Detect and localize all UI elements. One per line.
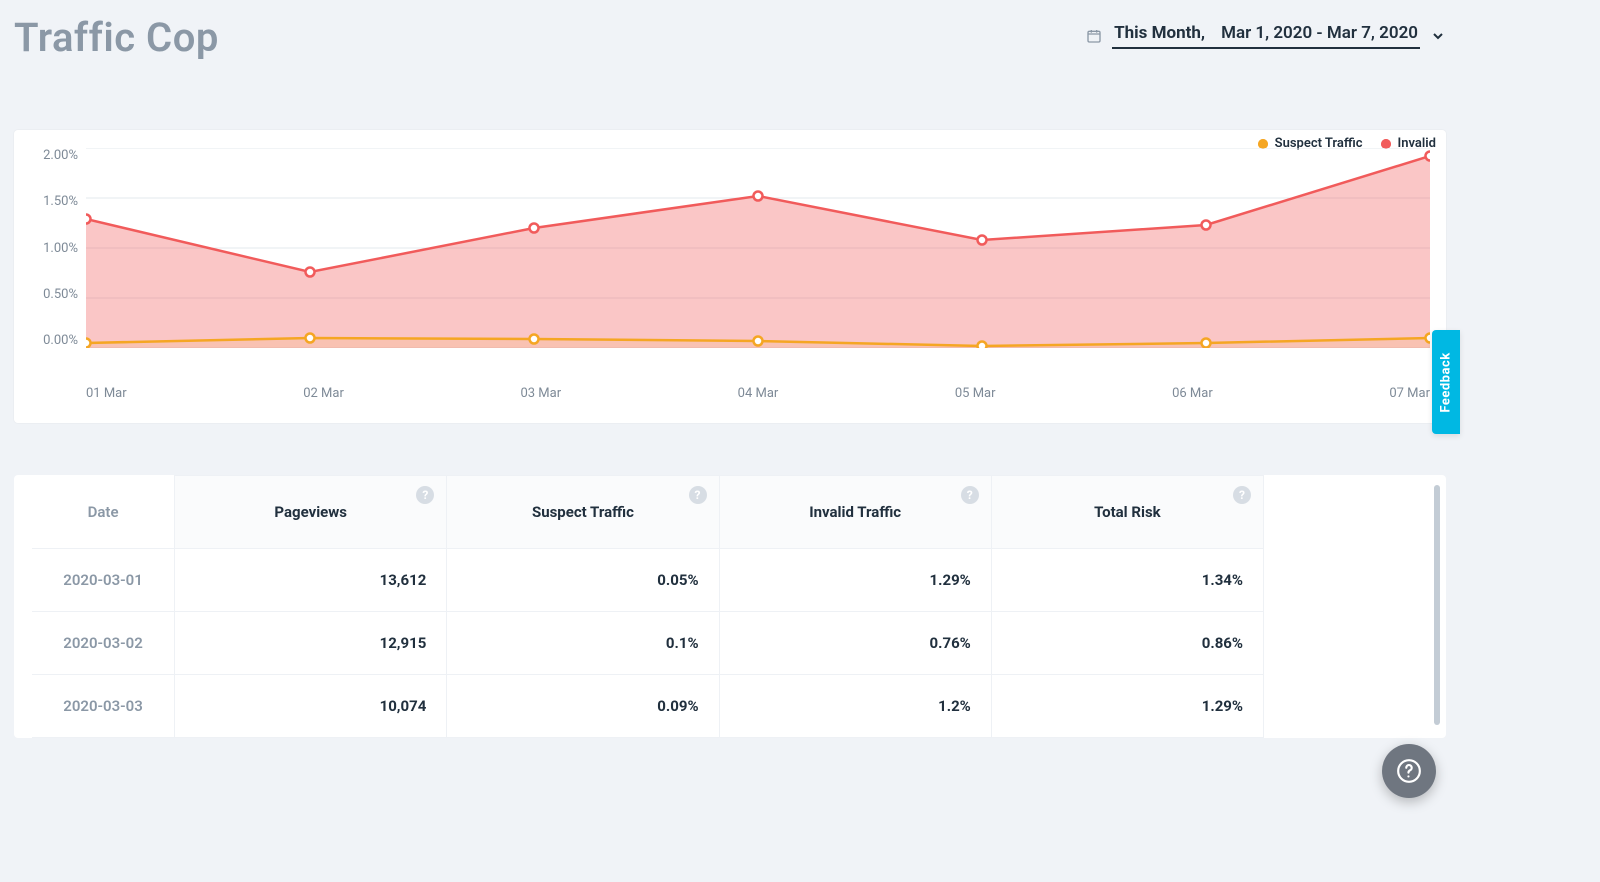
chevron-down-icon <box>1430 28 1446 44</box>
x-tick: 04 Mar <box>738 386 779 401</box>
col-header-total[interactable]: Total Risk? <box>991 476 1263 549</box>
x-tick: 03 Mar <box>520 386 561 401</box>
page-title: Traffic Cop <box>14 14 219 61</box>
y-tick: 0.00% <box>43 333 78 348</box>
x-tick: 02 Mar <box>303 386 344 401</box>
cell-date: 2020-03-01 <box>32 549 175 612</box>
question-icon <box>1396 758 1422 784</box>
col-header-pageviews[interactable]: Pageviews? <box>175 476 447 549</box>
cell-suspect: 0.1% <box>447 612 719 675</box>
cell-pageviews: 13,612 <box>175 549 447 612</box>
traffic-table: Date Pageviews? Suspect Traffic? Invalid… <box>32 475 1264 738</box>
chart-plot-area[interactable] <box>86 148 1430 348</box>
chart-y-axis: 2.00% 1.50% 1.00% 0.50% 0.00% <box>30 148 86 348</box>
cell-pageviews: 12,915 <box>175 612 447 675</box>
table-row[interactable]: 2020-03-0113,6120.05%1.29%1.34% <box>32 549 1264 612</box>
x-tick: 05 Mar <box>955 386 996 401</box>
help-fab-button[interactable] <box>1382 744 1436 798</box>
traffic-chart-panel: Suspect Traffic Invalid 2.00% 1.50% 1.00… <box>14 130 1446 423</box>
legend-dot-suspect-icon <box>1258 139 1268 149</box>
y-tick: 2.00% <box>43 148 78 163</box>
x-tick: 01 Mar <box>86 386 127 401</box>
cell-suspect: 0.09% <box>447 675 719 738</box>
feedback-label: Feedback <box>1439 352 1454 412</box>
date-period-label: This Month, <box>1114 23 1205 43</box>
cell-pageviews: 10,074 <box>175 675 447 738</box>
y-tick: 0.50% <box>43 287 78 302</box>
cell-total: 1.29% <box>991 675 1263 738</box>
chart-x-axis: 01 Mar 02 Mar 03 Mar 04 Mar 05 Mar 06 Ma… <box>86 386 1430 401</box>
col-header-suspect[interactable]: Suspect Traffic? <box>447 476 719 549</box>
cell-invalid: 1.29% <box>719 549 991 612</box>
cell-total: 1.34% <box>991 549 1263 612</box>
calendar-icon <box>1086 28 1102 44</box>
table-row[interactable]: 2020-03-0310,0740.09%1.2%1.29% <box>32 675 1264 738</box>
cell-invalid: 0.76% <box>719 612 991 675</box>
help-icon[interactable]: ? <box>416 486 434 504</box>
cell-suspect: 0.05% <box>447 549 719 612</box>
help-icon[interactable]: ? <box>961 486 979 504</box>
help-icon[interactable]: ? <box>1233 486 1251 504</box>
feedback-button[interactable]: Feedback <box>1432 330 1460 434</box>
y-tick: 1.00% <box>43 241 78 256</box>
col-header-date[interactable]: Date <box>32 476 175 549</box>
col-header-invalid[interactable]: Invalid Traffic? <box>719 476 991 549</box>
x-tick: 07 Mar <box>1389 386 1430 401</box>
table-row[interactable]: 2020-03-0212,9150.1%0.76%0.86% <box>32 612 1264 675</box>
date-range-label: Mar 1, 2020 - Mar 7, 2020 <box>1221 23 1418 43</box>
help-icon[interactable]: ? <box>689 486 707 504</box>
x-tick: 06 Mar <box>1172 386 1213 401</box>
traffic-table-panel: Date Pageviews? Suspect Traffic? Invalid… <box>14 475 1446 738</box>
date-range-picker[interactable]: This Month, Mar 1, 2020 - Mar 7, 2020 <box>1086 23 1446 49</box>
cell-date: 2020-03-03 <box>32 675 175 738</box>
cell-invalid: 1.2% <box>719 675 991 738</box>
cell-total: 0.86% <box>991 612 1263 675</box>
legend-dot-invalid-icon <box>1381 139 1391 149</box>
cell-date: 2020-03-02 <box>32 612 175 675</box>
y-tick: 1.50% <box>43 194 78 209</box>
